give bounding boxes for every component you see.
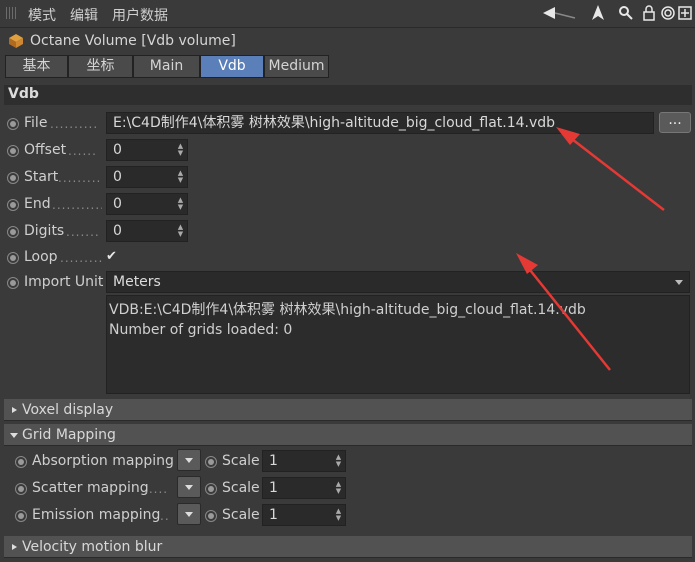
annotation-arrow-file <box>556 127 665 211</box>
annotation-arrow-import-unit <box>516 253 611 371</box>
annotation-arrows <box>516 127 665 371</box>
